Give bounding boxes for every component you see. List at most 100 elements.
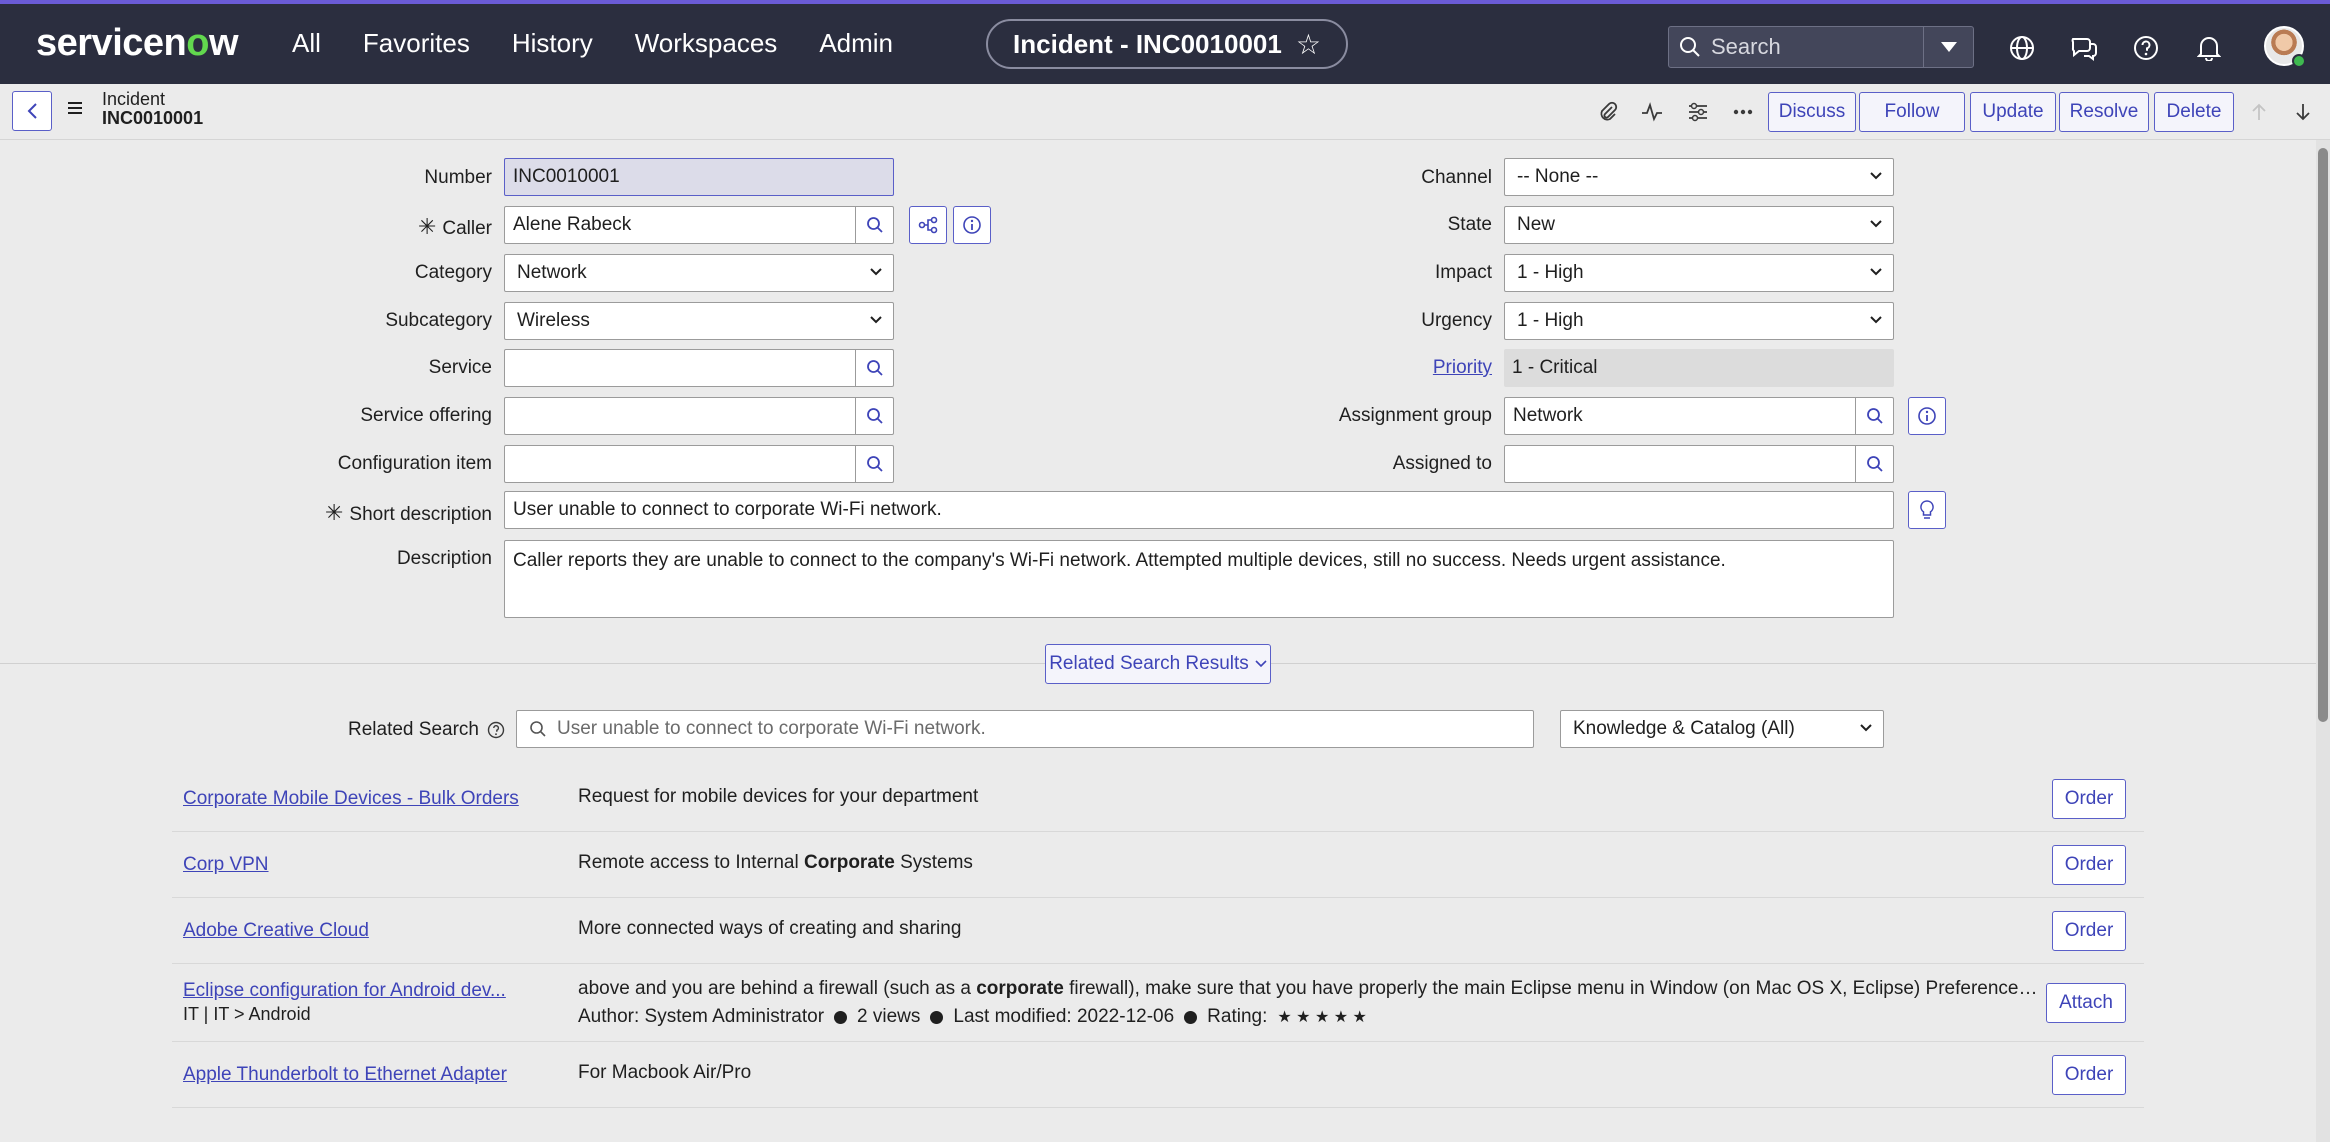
- more-options-icon[interactable]: [1731, 100, 1755, 124]
- result-row: Adobe Creative Cloud More connected ways…: [172, 898, 2144, 964]
- record-number: INC0010001: [102, 108, 204, 128]
- subcategory-select[interactable]: Wireless: [504, 302, 894, 340]
- order-button[interactable]: Order: [2052, 1055, 2126, 1095]
- search-icon: [866, 456, 883, 472]
- assignment-group-lookup-button[interactable]: [1855, 398, 1893, 434]
- impact-value: 1 - High: [1517, 262, 1584, 283]
- result-breadcrumb: IT | IT > Android: [183, 1004, 311, 1024]
- global-search-input[interactable]: Search: [1669, 27, 1923, 67]
- arrow-down-icon[interactable]: [2291, 100, 2315, 124]
- suggestion-button[interactable]: [1908, 491, 1946, 529]
- record-title: Incident INC0010001: [102, 90, 203, 128]
- number-field[interactable]: INC0010001: [504, 158, 894, 196]
- assigned-to-lookup-button[interactable]: [1855, 446, 1893, 482]
- service-offering-label: Service offering: [360, 405, 492, 426]
- search-icon: [530, 721, 546, 737]
- update-button[interactable]: Update: [1970, 92, 2056, 132]
- caller-label: ✳ Caller: [417, 214, 492, 239]
- attach-button[interactable]: Attach: [2046, 983, 2126, 1023]
- nav-history[interactable]: History: [512, 28, 593, 59]
- assignment-group-field[interactable]: Network: [1504, 397, 1894, 435]
- chevron-down-icon: [1870, 268, 1882, 276]
- nav-all[interactable]: All: [292, 28, 321, 59]
- required-icon: ✳: [417, 214, 437, 239]
- related-search-source-select[interactable]: Knowledge & Catalog (All): [1560, 710, 1884, 748]
- help-icon[interactable]: [2130, 32, 2162, 64]
- related-search-results-label: Related Search Results: [1049, 653, 1249, 674]
- resolve-button[interactable]: Resolve: [2059, 92, 2149, 132]
- order-button[interactable]: Order: [2052, 779, 2126, 819]
- search-placeholder: Search: [1711, 34, 1781, 59]
- form-header: Incident INC0010001 Discuss Follow Updat…: [0, 84, 2330, 140]
- result-row: Corporate Mobile Devices - Bulk Orders R…: [172, 766, 2144, 832]
- search-scope-dropdown[interactable]: [1923, 27, 1973, 67]
- configuration-item-field[interactable]: [504, 445, 894, 483]
- caller-field[interactable]: Alene Rabeck: [504, 206, 894, 244]
- star-icon[interactable]: ☆: [1296, 28, 1321, 61]
- result-title-link[interactable]: Corporate Mobile Devices - Bulk Orders: [183, 788, 519, 810]
- impact-select[interactable]: 1 - High: [1504, 254, 1894, 292]
- service-offering-field[interactable]: [504, 397, 894, 435]
- result-views: 2 views: [857, 1006, 921, 1027]
- caller-dependency-button[interactable]: [909, 206, 947, 244]
- result-title-link[interactable]: Corp VPN: [183, 854, 269, 876]
- state-select[interactable]: New: [1504, 206, 1894, 244]
- related-search-results-toggle[interactable]: Related Search Results: [1045, 644, 1271, 684]
- top-navigation-bar: servicenow All Favorites History Workspa…: [0, 0, 2330, 84]
- related-search-input[interactable]: User unable to connect to corporate Wi-F…: [516, 710, 1534, 748]
- state-label: State: [1447, 214, 1492, 235]
- context-menu-icon[interactable]: [66, 100, 84, 121]
- chevron-down-icon: [1870, 172, 1882, 180]
- nav-favorites[interactable]: Favorites: [363, 28, 470, 59]
- arrow-up-icon[interactable]: [2247, 100, 2271, 124]
- subcategory-label: Subcategory: [385, 310, 492, 331]
- result-row: Apple Thunderbolt to Ethernet Adapter Fo…: [172, 1042, 2144, 1108]
- servicenow-logo[interactable]: servicenow: [36, 22, 239, 65]
- assigned-to-label: Assigned to: [1392, 453, 1492, 474]
- description-field[interactable]: Caller reports they are unable to connec…: [504, 540, 1894, 618]
- related-search-query: User unable to connect to corporate Wi-F…: [557, 718, 986, 739]
- result-meta: Author: System Administrator 2 views Las…: [578, 1006, 1367, 1028]
- urgency-label: Urgency: [1421, 310, 1492, 331]
- service-lookup-button[interactable]: [855, 350, 893, 386]
- short-description-field[interactable]: User unable to connect to corporate Wi-F…: [504, 491, 1894, 529]
- assignment-group-info-button[interactable]: [1908, 397, 1946, 435]
- discuss-button[interactable]: Discuss: [1768, 92, 1856, 132]
- nav-workspaces[interactable]: Workspaces: [635, 28, 778, 59]
- category-label: Category: [414, 262, 492, 283]
- order-button[interactable]: Order: [2052, 911, 2126, 951]
- personalize-form-icon[interactable]: [1686, 100, 1710, 124]
- globe-icon[interactable]: [2006, 32, 2038, 64]
- urgency-select[interactable]: 1 - High: [1504, 302, 1894, 340]
- result-description: Request for mobile devices for your depa…: [578, 786, 979, 807]
- channel-select[interactable]: -- None --: [1504, 158, 1894, 196]
- service-field[interactable]: [504, 349, 894, 387]
- bell-icon[interactable]: [2193, 32, 2225, 64]
- caller-lookup-button[interactable]: [855, 207, 893, 243]
- activity-icon[interactable]: [1640, 100, 1664, 124]
- chat-icon[interactable]: [2068, 32, 2100, 64]
- result-title-link[interactable]: Adobe Creative Cloud: [183, 920, 369, 942]
- category-value: Network: [517, 262, 587, 283]
- priority-label-link[interactable]: Priority: [1290, 357, 1492, 379]
- chevron-down-icon: [870, 316, 882, 324]
- global-search[interactable]: Search: [1668, 26, 1974, 68]
- category-select[interactable]: Network: [504, 254, 894, 292]
- chevron-down-icon: [1870, 316, 1882, 324]
- order-button[interactable]: Order: [2052, 845, 2126, 885]
- back-button[interactable]: [12, 91, 52, 131]
- delete-button[interactable]: Delete: [2154, 92, 2234, 132]
- result-title-link[interactable]: Apple Thunderbolt to Ethernet Adapter: [183, 1064, 507, 1086]
- assigned-to-field[interactable]: [1504, 445, 1894, 483]
- scrollbar-thumb[interactable]: [2318, 148, 2328, 722]
- caller-info-button[interactable]: [953, 206, 991, 244]
- result-title-link[interactable]: Eclipse configuration for Android dev...: [183, 980, 506, 1002]
- configuration-item-lookup-button[interactable]: [855, 446, 893, 482]
- nav-admin[interactable]: Admin: [819, 28, 893, 59]
- help-icon[interactable]: [487, 721, 505, 739]
- follow-button[interactable]: Follow: [1859, 92, 1965, 132]
- current-record-pill[interactable]: Incident - INC0010001 ☆: [986, 19, 1348, 69]
- service-offering-lookup-button[interactable]: [855, 398, 893, 434]
- paperclip-icon[interactable]: [1596, 100, 1620, 124]
- chevron-down-icon: [1860, 724, 1872, 732]
